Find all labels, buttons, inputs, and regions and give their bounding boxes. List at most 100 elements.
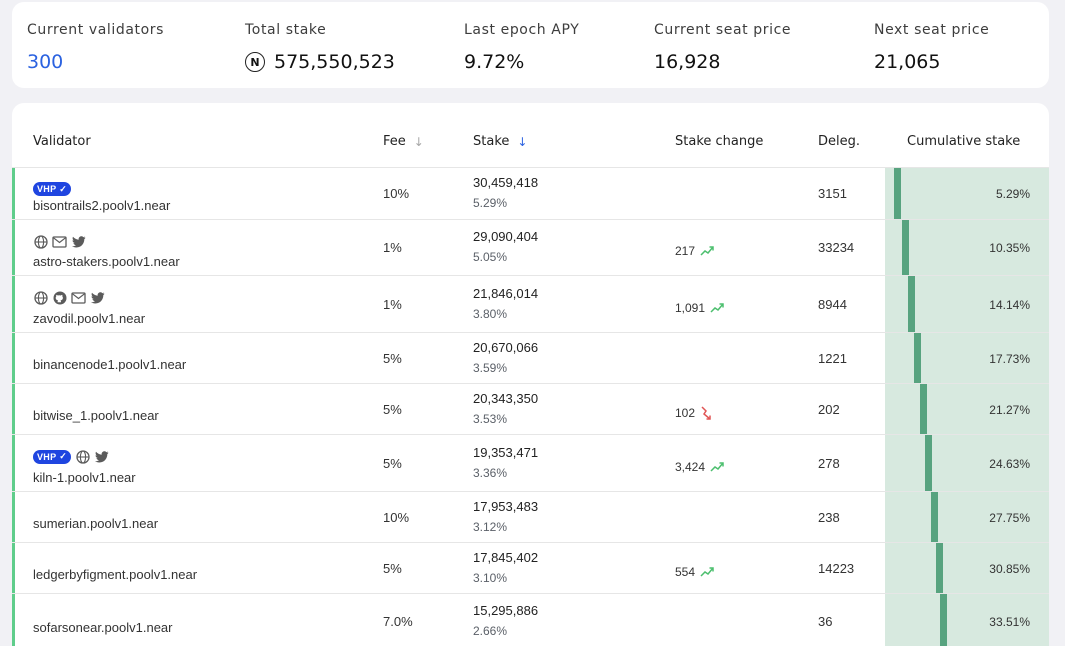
stake-change-value: 217: [675, 244, 696, 258]
table-row[interactable]: VHP ✓ kiln-1.poolv1.near 5% 19,353,471 3.36%…: [12, 435, 1049, 492]
validator-name[interactable]: sofarsonear.poolv1.near: [33, 620, 172, 635]
stat-label: Last epoch APY: [464, 22, 580, 38]
stake-change: 1,091: [675, 301, 724, 315]
cumulative-stake-cell: 33.51%: [885, 594, 1049, 646]
header-stake[interactable]: Stake ↓: [473, 134, 527, 149]
stake-value: 17,845,402: [473, 549, 539, 565]
stake-percent: 3.12%: [473, 519, 508, 534]
delegators-count: 238: [818, 509, 840, 525]
badge-label: VHP: [37, 184, 57, 194]
stake-percent: 3.80%: [473, 306, 508, 321]
table-row[interactable]: VHP ✓ bisontrails2.poolv1.near 10% 30,459,4…: [12, 168, 1049, 220]
stat-label: Next seat price: [874, 22, 990, 38]
trend-up-icon: [700, 246, 714, 256]
stake-percent: 3.59%: [473, 360, 508, 375]
header-stake-label: Stake: [473, 134, 510, 149]
stat-label: Current seat price: [654, 22, 792, 38]
stake-percent: 3.10%: [473, 570, 508, 585]
stake-value: 20,670,066: [473, 339, 539, 355]
globe-icon[interactable]: [33, 290, 48, 305]
stake-value: 20,343,350: [473, 390, 539, 406]
stake-change-value: 1,091: [675, 300, 706, 315]
cumulative-stake-cell: 5.29%: [885, 168, 1049, 219]
cumulative-stake-value: 10.35%: [989, 241, 1030, 255]
globe-icon[interactable]: [33, 234, 48, 249]
cumulative-stake-value: 17.73%: [989, 351, 1030, 366]
sort-arrow-down-icon[interactable]: ↓: [414, 135, 424, 149]
delegators-count: 36: [818, 613, 833, 629]
fee-value: 7.0%: [383, 613, 413, 629]
vhp-badge: VHP ✓: [33, 449, 72, 464]
twitter-icon[interactable]: [71, 234, 86, 249]
stat-value: 21,065: [874, 51, 941, 73]
stake-value: 17,953,483: [473, 498, 539, 514]
table-row[interactable]: zavodil.poolv1.near 1% 21,846,014 3.80% 1,09…: [12, 276, 1049, 333]
mail-icon[interactable]: [52, 234, 67, 249]
cumulative-stake-cell: 17.73%: [885, 333, 1049, 383]
stake-change: 217: [675, 244, 714, 258]
stat-value: 575,550,523: [274, 51, 395, 73]
stat-current-validators: Current validators 300: [27, 22, 164, 73]
stat-value-row: N 575,550,523: [245, 51, 395, 73]
stake-change-value: 554: [675, 564, 696, 579]
trend-up-icon: [700, 566, 714, 577]
validator-name[interactable]: bitwise_1.poolv1.near: [33, 408, 159, 423]
header-fee[interactable]: Fee ↓: [383, 134, 424, 149]
github-icon[interactable]: [52, 290, 67, 305]
fee-value: 5%: [383, 560, 402, 576]
stake-percent: 5.29%: [473, 196, 508, 210]
stake-value: 21,846,014: [473, 285, 539, 301]
cumulative-stake-value: 30.85%: [989, 561, 1030, 576]
cumulative-stake-bar: [908, 276, 915, 332]
twitter-icon[interactable]: [90, 290, 105, 305]
sort-arrow-down-icon[interactable]: ↓: [517, 135, 527, 149]
stat-value: 9.72%: [464, 51, 525, 73]
header-deleg: Deleg.: [818, 134, 861, 149]
table-row[interactable]: sofarsonear.poolv1.near 7.0% 15,295,886 2.6…: [12, 594, 1049, 646]
header-fee-label: Fee: [383, 134, 406, 149]
delegators-count: 14223: [818, 560, 855, 576]
table-row[interactable]: ledgerbyfigment.poolv1.near 5% 17,845,402 3…: [12, 543, 1049, 594]
table-row[interactable]: astro-stakers.poolv1.near 1% 29,090,404 5.0…: [12, 220, 1049, 276]
table-row[interactable]: bitwise_1.poolv1.near 5% 20,343,350 3.53% 10…: [12, 384, 1049, 435]
validator-name[interactable]: kiln-1.poolv1.near: [33, 470, 136, 485]
validator-name[interactable]: ledgerbyfigment.poolv1.near: [33, 567, 197, 582]
stat-value[interactable]: 300: [27, 51, 164, 73]
cumulative-stake-bar: [936, 543, 943, 593]
stake-percent: 3.53%: [473, 411, 508, 426]
stat-label: Current validators: [27, 22, 165, 38]
cumulative-stake-cell: 10.35%: [885, 220, 1049, 275]
cumulative-stake-value: 14.14%: [989, 297, 1030, 312]
cumulative-stake-bar: [894, 168, 901, 219]
stat-last-epoch-apy: Last epoch APY 9.72%: [464, 22, 579, 73]
table-row[interactable]: binancenode1.poolv1.near 5% 20,670,066 3.59…: [12, 333, 1049, 384]
cumulative-stake-bar: [920, 384, 927, 434]
delegators-count: 8944: [818, 296, 847, 312]
stake-value: 29,090,404: [473, 229, 539, 244]
validator-name[interactable]: astro-stakers.poolv1.near: [33, 254, 180, 269]
cumulative-stake-value: 27.75%: [989, 510, 1030, 525]
validator-name[interactable]: sumerian.poolv1.near: [33, 516, 158, 531]
trend-up-icon: [710, 302, 724, 313]
validator-links: VHP ✓: [33, 449, 109, 464]
globe-icon[interactable]: [75, 449, 90, 464]
fee-value: 5%: [383, 455, 402, 471]
stake-change-value: 102: [675, 405, 696, 420]
mail-icon[interactable]: [71, 290, 86, 305]
validator-name[interactable]: zavodil.poolv1.near: [33, 311, 145, 326]
validator-name[interactable]: bisontrails2.poolv1.near: [33, 198, 170, 213]
delegators-count: 278: [818, 455, 840, 471]
table-row[interactable]: sumerian.poolv1.near 10% 17,953,483 3.12% 23…: [12, 492, 1049, 543]
stake-value: 19,353,471: [473, 444, 539, 460]
cumulative-stake-value: 24.63%: [989, 456, 1030, 471]
vhp-badge: VHP ✓: [33, 182, 72, 196]
validator-name[interactable]: binancenode1.poolv1.near: [33, 357, 186, 372]
stats-panel: Current validators 300 Total stake N 575…: [12, 2, 1049, 88]
twitter-icon[interactable]: [94, 449, 109, 464]
cumulative-stake-bar: [902, 220, 909, 275]
cumulative-stake-bar: [914, 333, 921, 383]
stat-total-stake: Total stake N 575,550,523: [245, 22, 395, 73]
stake-change: 3,424: [675, 460, 724, 474]
stake-change: 554: [675, 565, 714, 579]
cumulative-stake-bar: [931, 492, 938, 542]
